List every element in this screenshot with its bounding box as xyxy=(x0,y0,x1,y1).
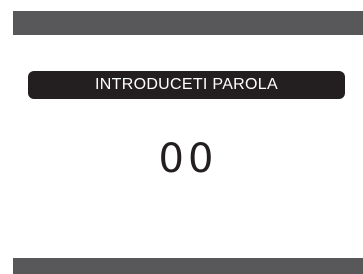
top-strip xyxy=(0,0,363,11)
password-entry-display[interactable]: 00 xyxy=(13,135,363,183)
header-bar xyxy=(13,11,363,35)
enter-password-label: INTRODUCETI PAROLA xyxy=(28,71,345,99)
footer-bar xyxy=(13,258,363,274)
device-screen: INTRODUCETI PAROLA 00 xyxy=(13,11,363,274)
